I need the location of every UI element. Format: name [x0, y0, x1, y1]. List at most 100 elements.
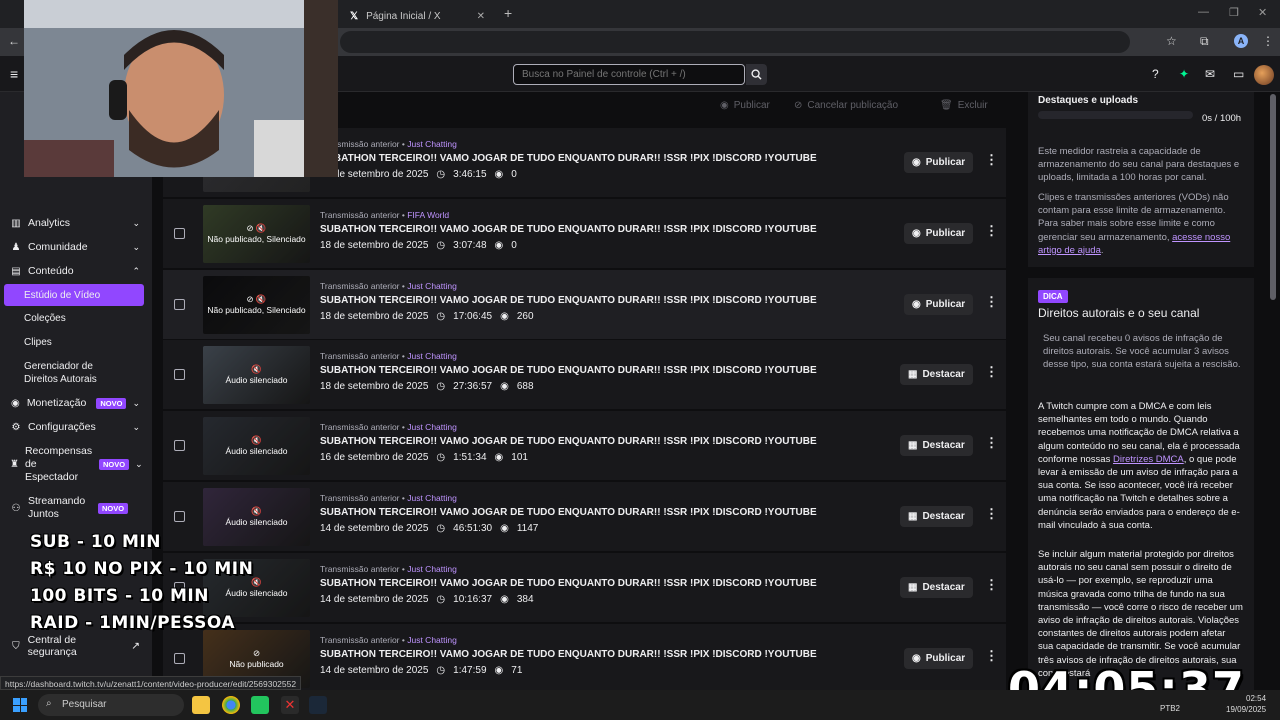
steam-icon[interactable] — [309, 696, 327, 714]
sidebar-item-comunidade[interactable]: ♟ Comunidade ⌄ — [10, 237, 140, 257]
crown-icon[interactable]: ✦ — [1179, 67, 1189, 81]
highlight-button[interactable]: ▦ Destacar — [900, 435, 973, 457]
windows-start-icon[interactable] — [13, 698, 27, 712]
row-checkbox[interactable] — [174, 652, 185, 664]
sidebar-item-conteudo[interactable]: ▤ Conteúdo ⌃ — [10, 261, 140, 281]
video-row[interactable]: ⊘ 🔇 Não publicado, Silenciado Transmissão… — [163, 269, 1006, 340]
browser-profile-avatar[interactable]: A — [1234, 34, 1248, 48]
category-link[interactable]: Just Chatting — [407, 635, 457, 645]
highlight-button[interactable]: ▦ Destacar — [900, 364, 973, 386]
video-row[interactable]: 🔇 Áudio silenciado Transmissão anterior •… — [163, 482, 1006, 552]
row-checkbox[interactable] — [174, 511, 185, 522]
publish-button[interactable]: ◉ Publicar — [904, 647, 974, 669]
browser-menu-icon[interactable]: ⋮ — [1262, 34, 1274, 48]
publish-button[interactable]: ◉ Publicar — [904, 222, 974, 244]
more-options-icon[interactable]: ⋮ — [985, 506, 998, 522]
minimize-icon[interactable]: — — [1198, 6, 1209, 18]
delete-button[interactable]: 🗑 Excluir — [940, 100, 988, 111]
dmca-guidelines-link[interactable]: Diretrizes DMCA — [1113, 454, 1184, 465]
video-title[interactable]: SUBATHON TERCEIRO!! VAMO JOGAR DE TUDO E… — [320, 365, 840, 376]
more-options-icon[interactable]: ⋮ — [985, 152, 998, 168]
bookmark-star-icon[interactable]: ☆ — [1166, 34, 1177, 48]
more-options-icon[interactable]: ⋮ — [985, 364, 998, 380]
video-row[interactable]: 🔇 Áudio silenciado Transmissão anterior •… — [163, 552, 1006, 623]
sidebar-item-analytics[interactable]: ▥ Analytics ⌄ — [10, 213, 140, 233]
inbox-icon[interactable]: ✉ — [1205, 67, 1215, 81]
chevron-down-icon: ⌄ — [132, 397, 140, 408]
row-checkbox[interactable] — [174, 227, 185, 239]
video-title[interactable]: SUBATHON TERCEIRO!! VAMO JOGAR DE TUDO E… — [320, 224, 840, 235]
category-link[interactable]: Just Chatting — [407, 422, 457, 432]
video-title[interactable]: SUBATHON TERCEIRO!! VAMO JOGAR DE TUDO E… — [320, 153, 840, 164]
taskbar-search[interactable]: Pesquisar — [38, 694, 184, 716]
category-link[interactable]: Just Chatting — [407, 281, 457, 291]
sidebar-item-streamando[interactable]: ⚇ Streamando Juntos NOVO — [10, 494, 140, 522]
chrome-icon[interactable] — [222, 696, 240, 714]
video-title[interactable]: SUBATHON TERCEIRO!! VAMO JOGAR DE TUDO E… — [320, 649, 840, 660]
category-link[interactable]: FIFA World — [407, 210, 449, 220]
video-thumbnail[interactable]: 🔇 Áudio silenciado — [203, 417, 310, 476]
close-tab-icon[interactable]: ✕ — [477, 11, 485, 22]
sidebar-item-clipes[interactable]: Clipes — [24, 336, 52, 349]
video-row[interactable]: 🔇 Áudio silenciado Transmissão anterior •… — [163, 340, 1006, 411]
row-checkbox[interactable] — [174, 369, 185, 381]
clock-icon: ◷ — [436, 381, 446, 393]
close-window-icon[interactable]: ✕ — [1258, 6, 1267, 19]
video-title[interactable]: SUBATHON TERCEIRO!! VAMO JOGAR DE TUDO E… — [320, 436, 840, 447]
cancel-publish-button[interactable]: ⊘ Cancelar publicação — [794, 100, 898, 111]
scrollbar[interactable] — [1270, 94, 1276, 300]
sidebar-item-monetizacao[interactable]: ◉ Monetização NOVO ⌄ — [10, 393, 140, 413]
category-link[interactable]: Just Chatting — [407, 493, 457, 503]
row-checkbox[interactable] — [174, 440, 185, 452]
url-field[interactable] — [340, 31, 1130, 53]
video-thumbnail[interactable]: 🔇 Áudio silenciado — [203, 346, 310, 405]
video-row[interactable]: ⊘ 🔇 Não publicado, Silenciado Transmissão… — [163, 198, 1006, 269]
video-title[interactable]: SUBATHON TERCEIRO!! VAMO JOGAR DE TUDO E… — [320, 578, 840, 589]
sidebar-item-seguranca[interactable]: ⛉ Central de segurança ↗ — [10, 634, 140, 658]
category-link[interactable]: Just Chatting — [407, 139, 457, 149]
extensions-icon[interactable]: ⧉ — [1200, 34, 1209, 49]
highlight-button[interactable]: ▦ Destacar — [900, 576, 973, 598]
video-row[interactable]: 🔇 Áudio silenciado Transmissão anterior •… — [163, 411, 1006, 482]
sidebar-item-configuracoes[interactable]: ⚙ Configurações ⌄ — [10, 417, 140, 437]
more-options-icon[interactable]: ⋮ — [985, 294, 998, 310]
new-tab-button[interactable]: + — [504, 5, 512, 21]
category-link[interactable]: Just Chatting — [407, 564, 457, 574]
browser-tab[interactable]: 𝕏 Página Inicial / X ✕ — [340, 4, 495, 28]
more-options-icon[interactable]: ⋮ — [985, 435, 998, 451]
highlight-button[interactable]: ▦ Destacar — [900, 506, 973, 527]
video-date: 14 de setembro de 2025 — [320, 593, 429, 605]
more-options-icon[interactable]: ⋮ — [985, 577, 998, 593]
video-title[interactable]: SUBATHON TERCEIRO!! VAMO JOGAR DE TUDO E… — [320, 507, 840, 518]
video-title[interactable]: SUBATHON TERCEIRO!! VAMO JOGAR DE TUDO E… — [320, 295, 840, 306]
video-thumbnail[interactable]: 🔇 Áudio silenciado — [203, 488, 310, 546]
video-thumbnail[interactable]: ⊘ 🔇 Não publicado, Silenciado — [203, 204, 310, 263]
publish-bulk-button[interactable]: ◉ Publicar — [720, 100, 770, 111]
publish-button[interactable]: ◉ Publicar — [904, 293, 974, 315]
muted-icon: 🔇 — [251, 435, 262, 446]
whispers-icon[interactable]: ▭ — [1233, 67, 1244, 81]
hamburger-menu-icon[interactable]: ≡ — [10, 66, 18, 82]
sidebar-item-recompensas[interactable]: ♜ Recompensas de Espectador NOVO ⌄ — [10, 445, 143, 483]
more-options-icon[interactable]: ⋮ — [985, 223, 998, 239]
user-avatar[interactable] — [1254, 65, 1274, 85]
publish-button[interactable]: ◉ Publicar — [904, 152, 974, 173]
sidebar-item-gerenciador[interactable]: Gerenciador de Direitos Autorais — [24, 360, 104, 386]
taskbar-clock[interactable]: 02:54 19/09/2025 — [1226, 693, 1266, 715]
category-link[interactable]: Just Chatting — [407, 351, 457, 361]
dashboard-search-input[interactable] — [513, 64, 745, 85]
capcut-icon[interactable]: ✕ — [281, 696, 299, 714]
help-icon[interactable]: ? — [1152, 67, 1159, 81]
search-button[interactable] — [746, 64, 767, 85]
language-indicator[interactable]: PTB2 — [1160, 704, 1180, 713]
back-icon[interactable]: ← — [8, 34, 20, 48]
video-thumbnail[interactable]: ⊘ 🔇 Não publicado, Silenciado — [203, 275, 310, 334]
more-options-icon[interactable]: ⋮ — [985, 648, 998, 664]
spreadsheet-app-icon[interactable] — [251, 696, 269, 714]
windows-taskbar: Pesquisar ⌕ ✕ — [0, 690, 1280, 720]
row-checkbox[interactable] — [174, 298, 185, 310]
maximize-icon[interactable]: ❐ — [1229, 6, 1239, 19]
file-explorer-icon[interactable] — [192, 696, 210, 714]
sidebar-item-estudio[interactable]: Estúdio de Vídeo — [24, 289, 100, 302]
sidebar-item-colecoes[interactable]: Coleções — [24, 312, 66, 325]
